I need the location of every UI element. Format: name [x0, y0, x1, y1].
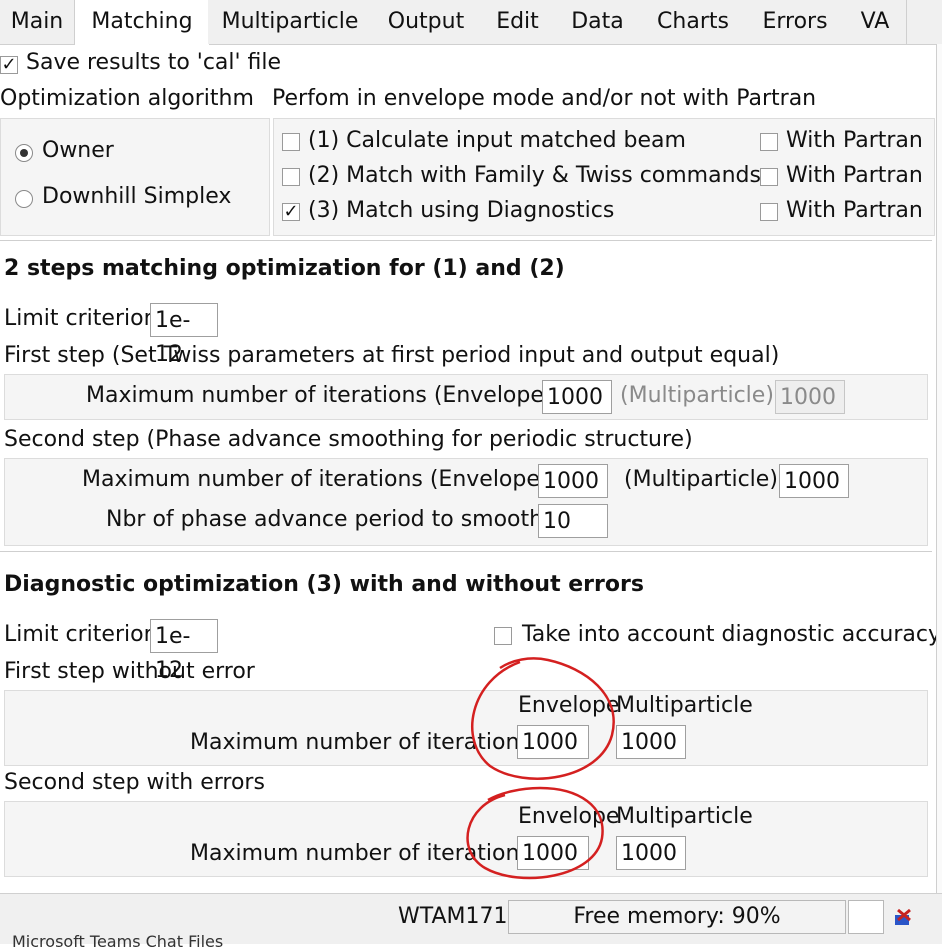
annotation-circle-second [466, 786, 604, 880]
memory-indicator: Free memory: 90% [508, 900, 846, 934]
status-bar: WTAM171 Free memory: 90% Microsoft Teams… [0, 893, 942, 951]
taskbar-fragment: Microsoft Teams Chat Files [12, 932, 224, 951]
right-edge-fragment [936, 44, 942, 894]
app-status-icon[interactable] [892, 906, 914, 928]
annotation-circle-first [471, 657, 615, 780]
status-host: WTAM171 [398, 904, 508, 929]
status-blank-cell [848, 900, 884, 934]
red-annotation-overlay [466, 657, 615, 880]
